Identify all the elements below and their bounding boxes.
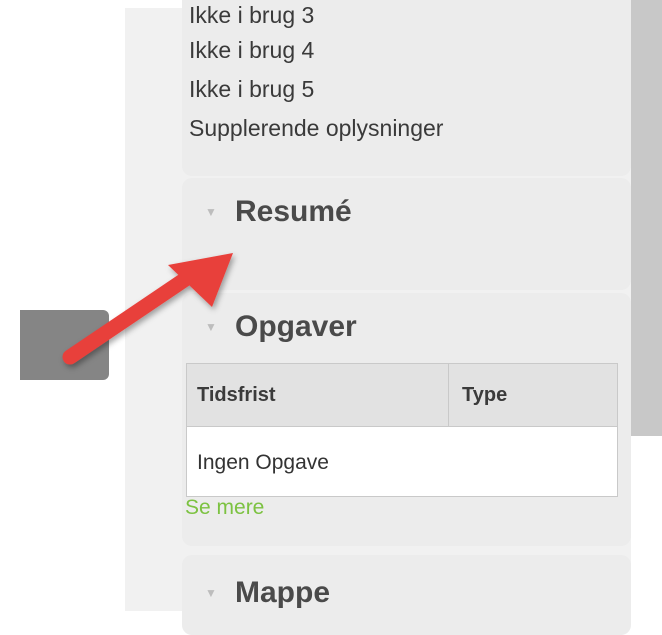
annotation-arrow-icon: [62, 253, 233, 365]
